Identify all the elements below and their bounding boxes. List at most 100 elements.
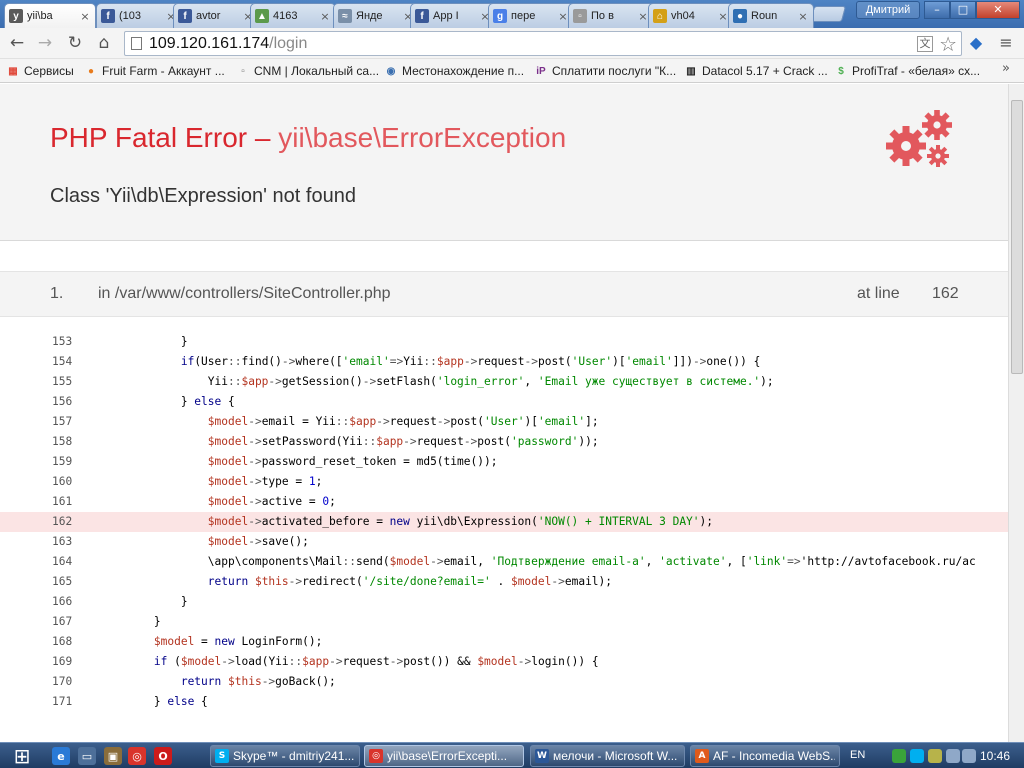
box-icon[interactable]: ▣ [104, 747, 122, 765]
page-title: PHP Fatal Error – yii\base\ErrorExceptio… [50, 122, 566, 154]
address-bar[interactable]: 109.120.161.174/login 文 ☆ [124, 31, 962, 56]
url-path: /login [269, 35, 308, 52]
volume-icon[interactable] [962, 749, 976, 763]
skype-tray-icon[interactable] [910, 749, 924, 763]
line-number: 154 [52, 355, 73, 368]
document-icon: ▫ [241, 65, 245, 77]
new-tab-button[interactable] [809, 6, 847, 22]
bookmark-star-icon[interactable]: ☆ [939, 32, 957, 56]
call-index: 1. [50, 285, 64, 302]
bookmark-label: CNM | Локальный са... [254, 64, 380, 78]
line-number: 156 [52, 395, 73, 408]
security-icon[interactable] [892, 749, 906, 763]
extension-icon[interactable]: ◆ [966, 33, 986, 53]
bookmark-label: Сервисы [24, 64, 74, 78]
browser-tab[interactable]: ● Roun × [728, 3, 814, 28]
browser-tab[interactable]: ▲ 4163 × [250, 3, 336, 28]
page-scrollbar[interactable] [1008, 84, 1024, 742]
browser-tab[interactable]: ⌂ vh04 × [648, 3, 734, 28]
taskbar-task[interactable]: A AF - Incomedia WebS... [690, 745, 840, 767]
tab-title: avtor [196, 10, 221, 22]
bookmark-item[interactable]: ▥ Datacol 5.17 + Crack ... [684, 63, 828, 79]
close-tab-icon[interactable]: × [319, 10, 331, 23]
code-line: 169 if ($model->load(Yii::$app->request-… [0, 652, 1008, 672]
code-text: if(User::find()->where(['email'=>Yii::$a… [180, 355, 761, 368]
browser-tab[interactable]: f (103 × [96, 3, 182, 28]
browser-tab[interactable]: f App I × [410, 3, 496, 28]
line-number: 155 [52, 375, 73, 388]
code-line: 162 $model->activated_before = new yii\d… [0, 512, 1008, 532]
close-tab-icon[interactable]: × [79, 10, 91, 23]
bookmarks-overflow-icon[interactable]: » [1002, 61, 1010, 76]
exception-class: yii\base\ErrorException [278, 122, 567, 153]
bookmark-item[interactable]: ◉ Местонахождение п... [384, 63, 524, 79]
line-number: 169 [52, 655, 73, 668]
minimize-button[interactable]: – [924, 1, 950, 19]
code-text: } [100, 615, 161, 628]
forward-button[interactable]: → [34, 33, 56, 55]
taskbar-task[interactable]: S Skype™ - dmitriy241... [210, 745, 360, 767]
bookmark-label: Datacol 5.17 + Crack ... [702, 64, 828, 78]
bookmark-item[interactable]: ▫ CNM | Локальный са... [236, 63, 379, 79]
code-text: $model->setPassword(Yii::$app->request->… [207, 435, 599, 448]
code-text: $model->activated_before = new yii\db\Ex… [207, 515, 714, 528]
page-icon [131, 37, 142, 50]
reload-icon: ↻ [67, 33, 83, 53]
profile-button[interactable]: Дмитрий [856, 1, 920, 19]
bookmark-item[interactable]: $ ProfiTraf - «белая» сх... [834, 63, 980, 79]
browser-tab[interactable]: ▫ По в × [568, 3, 654, 28]
windows-start-icon[interactable]: ⊞ [2, 744, 42, 768]
ie-icon[interactable]: e [52, 747, 70, 765]
taskbar-task[interactable]: ◎ yii\base\ErrorExcepti... [364, 745, 524, 767]
code-text: } [100, 595, 188, 608]
code-snippet: 153 } 154 if(User::find()->where(['email'… [0, 332, 1008, 712]
close-tab-icon[interactable]: × [797, 10, 809, 23]
bookmark-item[interactable]: ▦ Сервисы [6, 63, 74, 79]
line-number: 170 [52, 675, 73, 688]
taskbar-task[interactable]: Wмелочи - Microsoft W... [530, 745, 685, 767]
notes-icon[interactable] [928, 749, 942, 763]
task-label: мелочи - Microsoft W... [553, 749, 678, 763]
bookmark-item[interactable]: ● Fruit Farm - Аккаунт ... [84, 63, 225, 79]
location-icon: ◉ [386, 65, 396, 77]
call-stack-item[interactable]: 1. in /var/www/controllers/SiteControlle… [0, 271, 1008, 317]
maximize-button[interactable]: □ [950, 1, 976, 19]
back-button[interactable]: ← [6, 33, 28, 55]
profitraf-icon: $ [838, 65, 844, 77]
browser-toolbar: ← → ↻ ⌂ 109.120.161.174/login 文 ☆ ◆ ≡ [0, 28, 1024, 59]
home-icon: ⌂ [98, 33, 110, 53]
code-text: $model->type = 1; [207, 475, 323, 488]
bookmark-item[interactable]: iP Сплатити послуги "К... [534, 63, 676, 79]
home-button[interactable]: ⌂ [93, 33, 115, 55]
code-line: 171 } else { [0, 692, 1008, 712]
opera-icon[interactable]: O [154, 747, 172, 765]
menu-icon[interactable]: ≡ [996, 33, 1016, 53]
gears-icon [886, 110, 952, 167]
word-icon: W [535, 749, 549, 763]
error-message: Class 'Yii\db\Expression' not found [50, 185, 356, 207]
code-line: 159 $model->password_reset_token = md5(t… [0, 452, 1008, 472]
language-indicator[interactable]: EN [850, 749, 865, 761]
ip-icon: iP [536, 65, 546, 77]
browser-tab[interactable]: y yii\ba × [4, 3, 96, 28]
browser-tab[interactable]: g пере × [488, 3, 574, 28]
tab-title: Янде [356, 10, 383, 22]
chrome-icon[interactable]: ◎ [128, 747, 146, 765]
scrollbar-thumb[interactable] [1011, 100, 1023, 374]
code-line: 155 Yii::$app->getSession()->setFlash('l… [0, 372, 1008, 392]
code-line: 154 if(User::find()->where(['email'=>Yii… [0, 352, 1008, 372]
reload-button[interactable]: ↻ [64, 33, 86, 55]
error-type: PHP Fatal Error [50, 122, 248, 153]
desktop-icon[interactable]: ▭ [78, 747, 96, 765]
code-text: $model = new LoginForm(); [153, 635, 323, 648]
code-line: 170 return $this->goBack(); [0, 672, 1008, 692]
browser-tab[interactable]: ≈ Янде × [333, 3, 419, 28]
task-label: yii\base\ErrorExcepti... [387, 749, 508, 763]
browser-tab[interactable]: f avtor × [173, 3, 259, 28]
translate-icon[interactable]: 文 [917, 36, 933, 52]
code-text: $model->password_reset_token = md5(time(… [207, 455, 498, 468]
close-window-button[interactable]: ✕ [976, 1, 1020, 19]
line-number: 158 [52, 435, 73, 448]
network-icon[interactable] [946, 749, 960, 763]
clock[interactable]: 10:46 [980, 749, 1010, 763]
